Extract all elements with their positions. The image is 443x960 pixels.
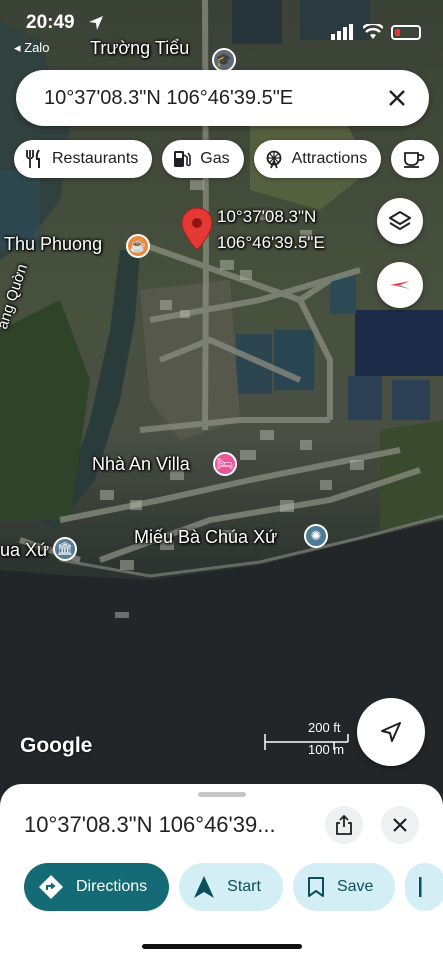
chip-label: Gas — [200, 150, 230, 167]
chip-attractions[interactable]: Attractions — [253, 140, 382, 178]
share-button[interactable] — [325, 806, 363, 844]
status-bar: 20:49 ◂ Zalo — [0, 0, 443, 60]
back-to-app-link[interactable]: ◂ Zalo — [14, 40, 49, 56]
location-pin-icon[interactable] — [181, 207, 213, 251]
save-button[interactable]: Save — [292, 863, 396, 911]
search-bar[interactable]: 10°37'08.3"N 106°46'39.5"E — [16, 70, 429, 126]
start-label: Start — [227, 878, 261, 895]
cafe-icon[interactable]: ☕ — [126, 234, 150, 258]
battery-icon — [391, 24, 421, 40]
place-title: 10°37'08.3"N 106°46'39... — [24, 812, 276, 837]
fork-knife-icon — [26, 149, 40, 168]
clear-search-button[interactable] — [383, 84, 411, 112]
start-button[interactable]: Start — [179, 863, 283, 911]
action-buttons: Directions Start Save — [24, 863, 443, 911]
directions-icon — [39, 875, 63, 899]
pin-label-lat: 10°37'08.3"N — [217, 207, 317, 226]
close-icon — [393, 818, 407, 832]
navigation-arrow-icon — [381, 722, 401, 742]
place-sheet[interactable]: 10°37'08.3"N 106°46'39... Directions Sta… — [0, 784, 443, 960]
chip-restaurants[interactable]: Restaurants — [14, 140, 153, 178]
close-icon — [389, 90, 405, 106]
bookmark-icon — [307, 877, 324, 897]
map-label-ua-xu: ua Xứ — [0, 540, 50, 560]
category-chips: Restaurants Gas Attractions — [14, 140, 440, 178]
attraction-icon[interactable]: ✺ — [304, 524, 328, 548]
clock: 20:49 — [26, 12, 75, 33]
hotel-icon[interactable]: 🛏 — [213, 452, 237, 476]
map-label-thu-phuong: Thu Phuong — [4, 234, 103, 254]
map-label-mieu: Miếu Bà Chúa Xứ — [134, 527, 278, 547]
gas-pump-icon — [174, 151, 192, 167]
layers-button[interactable] — [377, 198, 423, 244]
directions-button[interactable]: Directions — [24, 863, 170, 911]
chip-label: Attractions — [291, 150, 368, 167]
wifi-icon — [363, 24, 383, 39]
chip-label: Restaurants — [52, 150, 139, 167]
ferris-wheel-icon — [266, 150, 282, 169]
directions-label: Directions — [76, 878, 148, 895]
compass-icon — [390, 281, 410, 289]
search-query[interactable]: 10°37'08.3"N 106°46'39.5"E — [44, 87, 383, 110]
scale-bar: 200 ft 100 m — [264, 720, 350, 760]
save-label: Save — [336, 878, 374, 895]
home-indicator[interactable] — [142, 944, 302, 949]
action-edge-icon — [419, 877, 422, 897]
google-logo: Google — [20, 734, 93, 757]
chip-more[interactable] — [391, 140, 440, 178]
compass-button[interactable] — [377, 262, 423, 308]
pin-label-lng: 106°46'39.5"E — [217, 233, 325, 252]
share-icon — [336, 815, 352, 835]
layers-icon — [389, 211, 411, 230]
drag-handle[interactable] — [198, 792, 246, 797]
coffee-cup-icon — [404, 152, 425, 168]
map-label-nha-an-villa: Nhà An Villa — [92, 454, 190, 474]
navigation-arrow-icon — [194, 876, 215, 898]
location-arrow-icon — [89, 16, 103, 30]
my-location-button[interactable] — [357, 698, 425, 766]
museum-icon[interactable]: 🏛 — [53, 537, 77, 561]
scale-m: 100 m — [308, 742, 345, 757]
chip-gas[interactable]: Gas — [162, 140, 244, 178]
more-actions-button[interactable] — [405, 863, 443, 911]
cellular-signal-icon — [331, 24, 353, 40]
close-sheet-button[interactable] — [381, 806, 419, 844]
